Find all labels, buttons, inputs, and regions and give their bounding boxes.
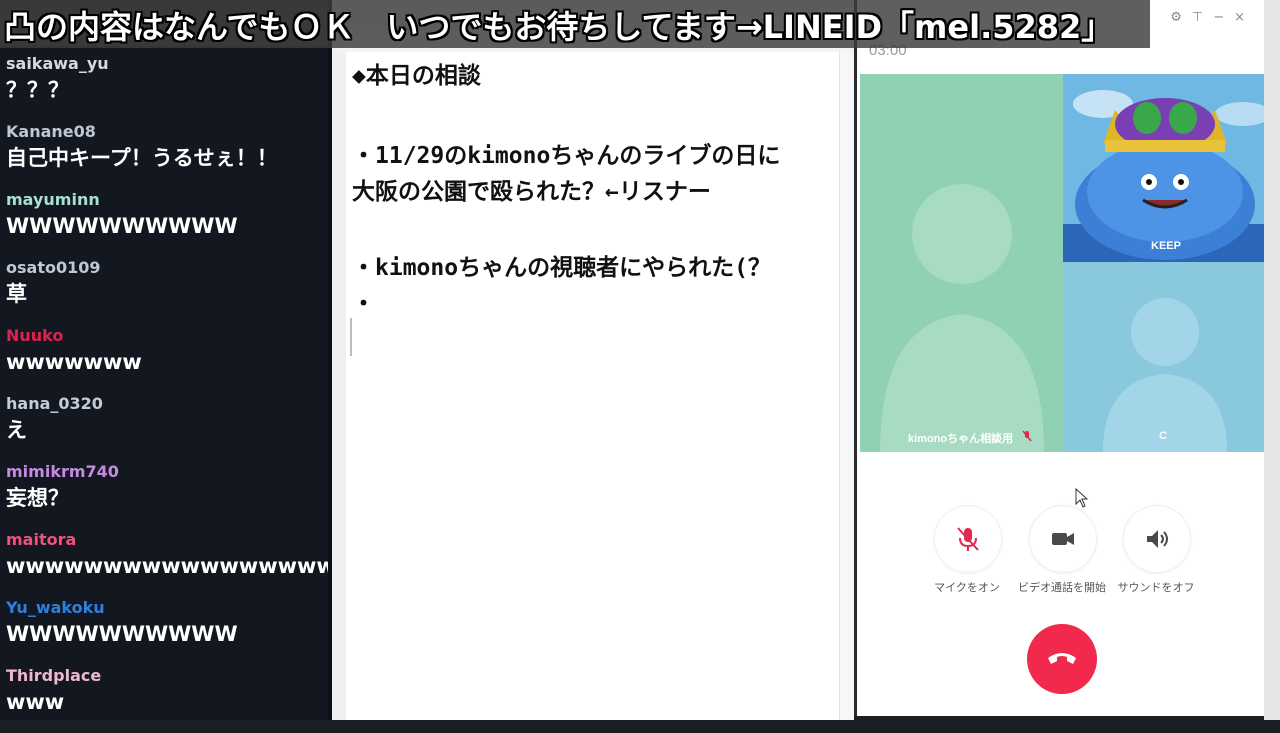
chat-text: wwwwwwwwwwwwwwwww (6, 554, 336, 578)
video-call-label: ビデオ通話を開始 (1018, 581, 1106, 594)
chat-username: saikawa_yu (6, 54, 109, 73)
call-controls: マイクをオン ビデオ通話を開始 サウンドをオフ (857, 452, 1267, 716)
desktop-edge (1264, 0, 1280, 720)
chat-text: WWWWWWWWWW (6, 214, 238, 238)
mic-muted-icon (957, 527, 979, 551)
participant-name: kimonoちゃん相談用 (908, 433, 1014, 445)
settings-icon[interactable]: ⚙ (1170, 10, 1192, 25)
note-line: ・ (352, 291, 375, 317)
notepad-gutter (332, 52, 346, 720)
chat-username: Nuuko (6, 326, 64, 345)
chat-message-list: saikawa_yu ？？？ Kanane08 自己中キープ！うるせぇ！！ ma… (6, 53, 336, 733)
chat-message: Kanane08 自己中キープ！うるせぇ！！ (6, 121, 324, 189)
sound-toggle-label: サウンドをオフ (1117, 581, 1195, 594)
chat-message: hana_0320 え (6, 393, 324, 461)
mic-muted-small-icon (1022, 430, 1032, 442)
chat-text: 自己中キープ！うるせぇ！！ (6, 146, 278, 170)
chat-username: mimikrm740 (6, 462, 119, 481)
banner-text: 凸の内容はなんでもＯＫ いつでもお待ちしてます→LINEID「mel.5282」 (4, 8, 1114, 46)
chat-message: mimikrm740 妄想？ (6, 461, 324, 529)
chat-text: www (6, 690, 65, 714)
pin-icon[interactable]: ⊤ (1192, 10, 1213, 25)
chat-username: Kanane08 (6, 122, 96, 141)
chat-message: Nuuko wwwwwww (6, 325, 324, 393)
chat-text: ？？？ (6, 78, 69, 102)
note-line: ・11/29のkimonoちゃんのライブの日に (352, 143, 781, 169)
chat-username: Thirdplace (6, 666, 102, 685)
hang-up-icon (1048, 653, 1076, 664)
chat-username: hana_0320 (6, 394, 103, 413)
chat-username: maitora (6, 530, 77, 549)
note-line: 大阪の公園で殴られた？←リスナー (352, 179, 711, 205)
participant-name: C (1159, 430, 1167, 442)
person-silhouette-icon (1103, 298, 1227, 452)
participant-tile-main[interactable]: kimonoちゃん相談用 (860, 74, 1063, 452)
chat-username: Yu_wakoku (6, 598, 105, 617)
minimize-icon[interactable]: − (1213, 10, 1234, 25)
stream-banner: 凸の内容はなんでもＯＫ いつでもお待ちしてます→LINEID「mel.5282」 (0, 0, 1150, 48)
note-line: ・kimonoちゃんの視聴者にやられた(？ (352, 255, 771, 281)
participant-name: KEEP (1151, 240, 1181, 252)
chat-message: mayuminn WWWWWWWWWW (6, 189, 324, 257)
chat-message: Thirdplace www (6, 665, 324, 733)
mouse-cursor-icon (1075, 488, 1089, 508)
close-icon[interactable]: × (1234, 10, 1255, 25)
chat-text: WWWWWWWWWW (6, 622, 238, 646)
end-call-button[interactable] (1027, 624, 1097, 694)
text-caret (350, 318, 352, 356)
participant-tile-c[interactable]: C (1063, 262, 1267, 452)
window-controls[interactable]: ⚙⊤−× (1170, 10, 1255, 25)
chat-text: 草 (6, 282, 27, 306)
call-window: ⚙⊤−× 03:00 kimonoちゃん相談用 KEEP C マイクをオン ビデ… (854, 0, 1267, 716)
mic-toggle-label: マイクをオン (934, 581, 1000, 594)
chat-text: wwwwwww (6, 350, 142, 374)
chat-message: Yu_wakoku WWWWWWWWWW (6, 597, 324, 665)
chat-message: maitora wwwwwwwwwwwwwwwww (6, 529, 336, 597)
mic-toggle-button[interactable] (934, 505, 1002, 573)
notepad-scrollbar[interactable] (839, 52, 854, 720)
chat-panel: saikawa_yu ？？？ Kanane08 自己中キープ！うるせぇ！！ ma… (0, 0, 336, 720)
note-line: ◆本日の相談 (352, 63, 481, 89)
person-silhouette-icon (880, 184, 1044, 452)
chat-text: 妄想？ (6, 486, 69, 510)
chat-username: osato0109 (6, 258, 101, 277)
chat-username: mayuminn (6, 190, 100, 209)
sound-toggle-button[interactable] (1123, 505, 1191, 573)
chat-message: osato0109 草 (6, 257, 324, 325)
video-camera-icon (1052, 533, 1074, 545)
video-call-button[interactable] (1029, 505, 1097, 573)
chat-text: え (6, 418, 27, 442)
notepad-window: ◆本日の相談 ・11/29のkimonoちゃんのライブの日に 大阪の公園で殴られ… (332, 0, 854, 720)
participant-tile-keep[interactable]: KEEP (1063, 74, 1267, 262)
speaker-icon (1147, 530, 1168, 548)
king-slime-avatar (1063, 90, 1267, 262)
chat-message: saikawa_yu ？？？ (6, 53, 324, 121)
